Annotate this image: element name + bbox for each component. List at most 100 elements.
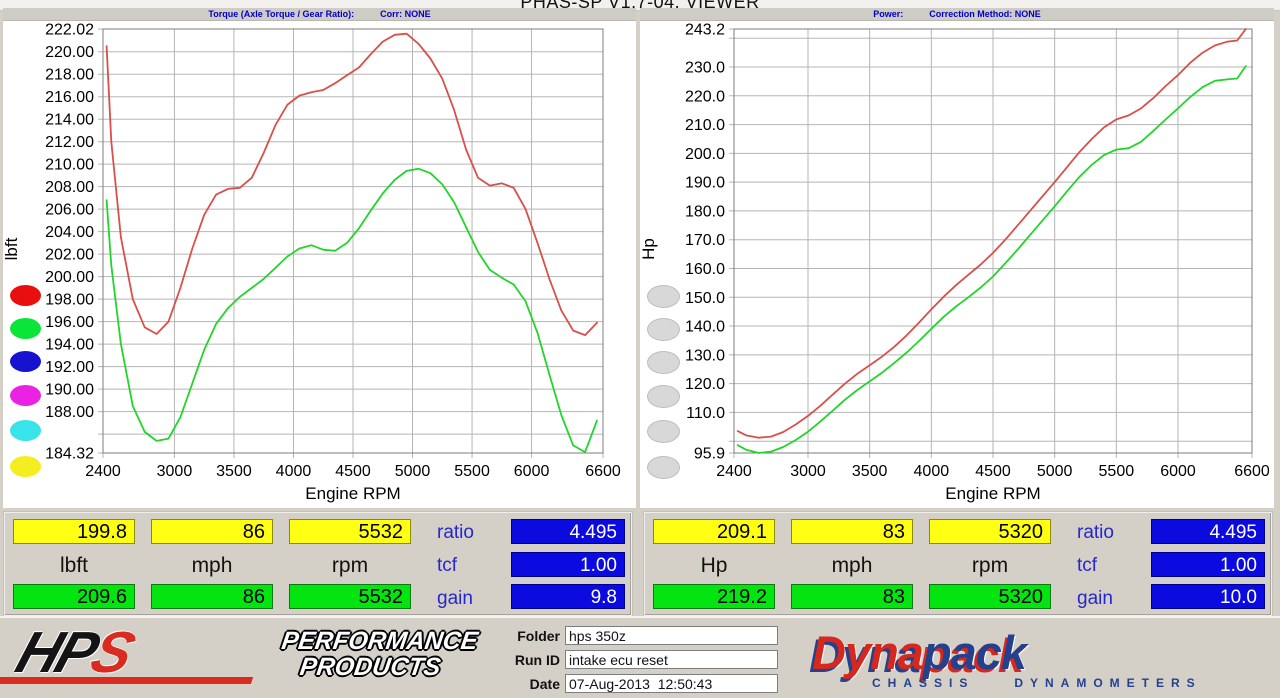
legend-dot-5[interactable]: [10, 456, 41, 477]
y-tick-label: 218.00: [45, 67, 94, 84]
y-tick-label: 220.0: [685, 88, 725, 105]
legend-dot-5-inactive[interactable]: [647, 456, 680, 479]
y-tick-label: 95.9: [694, 446, 725, 463]
folder-label: Folder: [517, 627, 560, 644]
run-id-input[interactable]: [565, 650, 778, 669]
x-axis-title: Engine RPM: [945, 484, 1040, 503]
y-tick-label: 202.00: [45, 247, 94, 264]
tcf-label: tcf: [437, 555, 458, 576]
ratio-value: 4.495: [511, 519, 625, 544]
y-tick-label: 208.00: [45, 179, 94, 196]
legend-dot-1[interactable]: [10, 318, 41, 339]
torque-chart-body: 222.02 220.00 218.00 216.00 214.00 212.00 210.…: [3, 21, 636, 508]
dynapack-subtitle: CHASSIS DYNAMOMETERS: [872, 676, 1272, 690]
speed2-cursor2-value: 83: [791, 584, 913, 609]
y-tick-label: 110.0: [686, 405, 725, 422]
y-tick-label: 212.00: [45, 134, 94, 151]
torque-red-curve: [105, 32, 598, 337]
legend-dot-4[interactable]: [10, 420, 41, 441]
y-tick-label: 190.00: [45, 382, 94, 399]
mph-unit-label: mph: [191, 554, 233, 577]
x-tick-label: 3000: [790, 463, 826, 480]
run-fields: Folder Run ID Date: [498, 626, 788, 698]
x-tick-label: 6000: [514, 463, 550, 480]
ratio-label: ratio: [437, 522, 474, 543]
y-tick-label: 170.0: [685, 232, 725, 249]
y-tick-label: 180.0: [685, 203, 725, 220]
power-correction-label: Correction Method: NONE: [929, 9, 1041, 19]
speed2-cursor1-value: 83: [791, 519, 913, 544]
y-tick-label: 222.02: [45, 22, 94, 39]
y-tick-label: 140.0: [685, 319, 725, 336]
gain-value: 9.8: [511, 584, 625, 609]
date-input[interactable]: [565, 674, 778, 693]
rpm1-cursor2-value: 5532: [289, 584, 411, 609]
y-tick-label: 188.00: [45, 404, 94, 421]
hps-tagline-line1: PERFORMANCE: [279, 627, 480, 655]
footer: HPS PERFORMANCE PRODUCTS Folder Run ID D…: [0, 616, 1280, 693]
y-tick-label: 220.00: [45, 44, 94, 61]
dynapack-pack: pack: [922, 626, 1027, 679]
rpm-unit-label: rpm: [331, 554, 369, 577]
date-label: Date: [529, 675, 560, 692]
y-tick-label: 210.0: [685, 117, 725, 134]
y-tick-label: 200.0: [685, 146, 725, 163]
power-chart[interactable]: 243.2 230.0 220.0 210.0 200.0 190.0 180.0 170.0…: [640, 21, 1274, 508]
torque-header-label: Torque (Axle Torque / Gear Ratio):: [208, 9, 355, 19]
x-tick-label: 5000: [395, 463, 431, 480]
hps-logo-text: HPS: [9, 620, 277, 685]
y-axis-title: Hp: [640, 238, 658, 260]
y-tick-label: 243.2: [685, 22, 725, 39]
legend-dot-2-inactive[interactable]: [647, 351, 680, 374]
legend-dot-2[interactable]: [10, 351, 41, 372]
x-tick-label: 6000: [1160, 463, 1196, 480]
hp-cursor1-value: 209.1: [653, 519, 775, 544]
rpm2-cursor1-value: 5320: [929, 519, 1051, 544]
y-tick-label: 150.0: [685, 290, 725, 307]
y-tick-label: 192.00: [45, 359, 94, 376]
torque-chart-header: Torque (Axle Torque / Gear Ratio): Corr:…: [3, 8, 636, 21]
torque-correction-label: Corr: NONE: [380, 9, 431, 19]
hps-tagline-line2: PRODUCTS: [298, 653, 443, 681]
legend-dot-3-inactive[interactable]: [647, 385, 680, 408]
power-chart-header: Power: Correction Method: NONE: [640, 8, 1274, 21]
hp-unit-label: Hp: [700, 554, 728, 577]
x-tick-label: 5500: [454, 463, 490, 480]
torque-cursor1-value: 199.8: [13, 519, 135, 544]
legend-dot-1-inactive[interactable]: [647, 318, 680, 341]
torque-chart[interactable]: 222.02 220.00 218.00 216.00 214.00 212.00 210.…: [3, 21, 636, 508]
y-tick-label: 216.00: [45, 89, 94, 106]
y-tick-label: 120.0: [685, 376, 725, 393]
gain2-label: gain: [1077, 588, 1113, 609]
tcf-value: 1.00: [511, 552, 625, 577]
x-tick-label: 6600: [585, 463, 621, 480]
run-id-label: Run ID: [514, 651, 560, 668]
legend-dot-0[interactable]: [10, 285, 41, 306]
torque-chart-panel: Torque (Axle Torque / Gear Ratio): Corr:…: [3, 8, 636, 508]
legend-dot-3[interactable]: [10, 385, 41, 406]
torque-unit-label: lbft: [59, 554, 88, 577]
ratio2-label: ratio: [1077, 522, 1114, 543]
x-tick-label: 2400: [716, 463, 752, 480]
legend-dot-4-inactive[interactable]: [647, 420, 680, 443]
y-tick-label: 190.0: [685, 175, 725, 192]
dynapack-logo: Dynapack CHASSIS DYNAMOMETERS: [812, 629, 1272, 690]
y-tick-label: 214.00: [45, 112, 94, 129]
x-tick-label: 6600: [1234, 463, 1270, 480]
x-tick-label: 4000: [276, 463, 312, 480]
legend-dot-0-inactive[interactable]: [647, 285, 680, 308]
folder-input[interactable]: [565, 626, 778, 645]
y-tick-label: 198.00: [45, 292, 94, 309]
tcf2-label: tcf: [1077, 555, 1098, 576]
speed1-cursor2-value: 86: [151, 584, 273, 609]
y-tick-label: 230.0: [685, 59, 725, 76]
x-tick-label: 5500: [1099, 463, 1135, 480]
y-tick-label: 194.00: [45, 337, 94, 354]
x-tick-label: 4000: [914, 463, 950, 480]
speed1-cursor1-value: 86: [151, 519, 273, 544]
x-tick-label: 4500: [335, 463, 371, 480]
x-tick-label: 3500: [216, 463, 252, 480]
y-tick-label: 130.0: [685, 347, 725, 364]
rpm2-unit-label: rpm: [971, 554, 1009, 577]
power-chart-panel: Power: Correction Method: NONE 243.2 230.…: [640, 8, 1274, 508]
